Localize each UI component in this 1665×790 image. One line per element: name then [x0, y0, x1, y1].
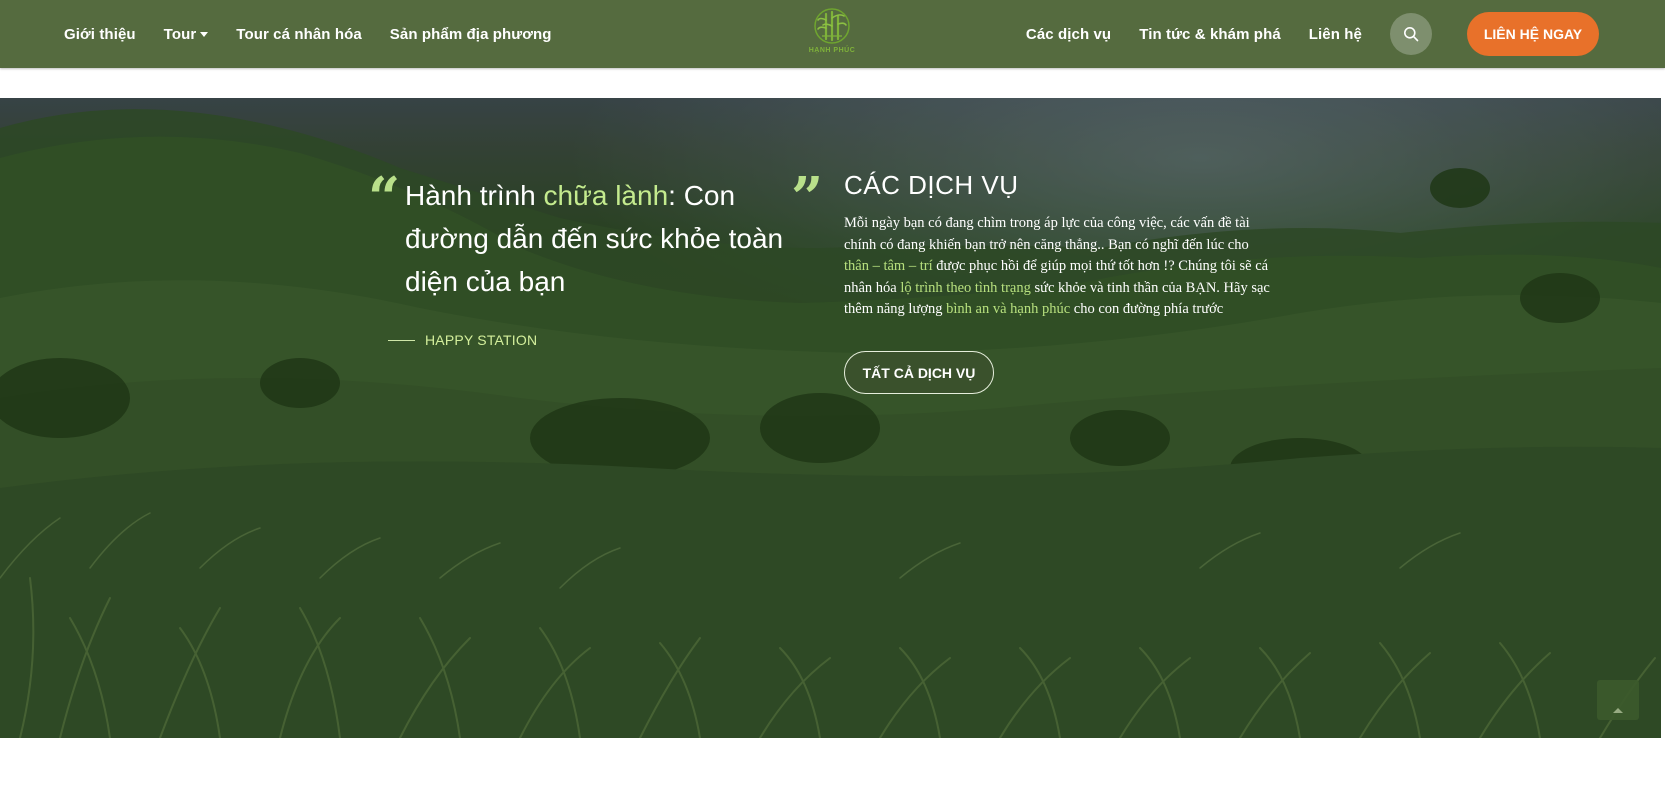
hero-banner: “ Hành trình chữa lành: Con đường dẫn đế… — [0, 98, 1661, 738]
contact-now-button[interactable]: LIÊN HỆ NGAY — [1467, 12, 1599, 56]
nav-lien-he[interactable]: Liên hệ — [1309, 26, 1362, 43]
signature-divider — [388, 339, 415, 341]
services-desc-4: cho con đường phía trước — [1070, 301, 1224, 317]
nav-tour[interactable]: Tour — [164, 26, 209, 43]
services-desc-1: Mỗi ngày bạn có đang chìm trong áp lực c… — [844, 215, 1250, 253]
services-highlight-1: thân – tâm – trí — [844, 258, 933, 274]
nav-tour-ca-nhan-hoa[interactable]: Tour cá nhân hóa — [236, 26, 362, 43]
nav-left: Giới thiệu Tour Tour cá nhân hóa Sản phẩ… — [64, 0, 580, 68]
search-icon — [1404, 27, 1419, 42]
services-title: CÁC DỊCH VỤ — [844, 170, 1019, 200]
logo-text: HẠNH PHÚC — [808, 47, 856, 54]
nav-right: Các dịch vụ Tin tức & khám phá Liên hệ L… — [998, 0, 1599, 68]
hero-dark-overlay — [0, 98, 1661, 738]
all-services-button[interactable]: TẤT CẢ DỊCH VỤ — [844, 351, 994, 394]
search-button[interactable] — [1390, 13, 1432, 55]
page-edge — [1661, 98, 1665, 738]
nav-san-pham-dia-phuong[interactable]: Sản phẩm địa phương — [390, 26, 552, 43]
top-navbar: Giới thiệu Tour Tour cá nhân hóa Sản phẩ… — [0, 0, 1665, 68]
hero-quote-text: Hành trình chữa lành: Con đường dẫn đến … — [405, 174, 785, 303]
quote-close-icon: ” — [791, 165, 824, 231]
caret-down-icon — [200, 32, 209, 37]
quote-signature: HAPPY STATION — [388, 332, 537, 348]
arrow-up-icon — [1613, 708, 1623, 713]
nav-cac-dich-vu[interactable]: Các dịch vụ — [1026, 26, 1111, 43]
services-highlight-3: bình an và hạnh phúc — [946, 301, 1071, 317]
nav-tour-label: Tour — [163, 25, 197, 43]
services-description: Mỗi ngày bạn có đang chìm trong áp lực c… — [844, 213, 1274, 321]
scroll-to-top-button[interactable] — [1597, 680, 1639, 720]
quote-open-icon: “ — [368, 165, 401, 231]
nav-tin-tuc-kham-pha[interactable]: Tin tức & khám phá — [1139, 26, 1281, 43]
bamboo-logo-icon — [814, 8, 850, 44]
nav-gioi-thieu[interactable]: Giới thiệu — [64, 26, 136, 43]
brand-logo[interactable]: HẠNH PHÚC — [802, 6, 862, 62]
services-highlight-2: lộ trình theo tình trạng — [900, 279, 1031, 296]
quote-part-1: Hành trình — [405, 180, 544, 211]
quote-highlight: chữa lành — [543, 180, 669, 211]
quote-author: HAPPY STATION — [425, 332, 538, 348]
